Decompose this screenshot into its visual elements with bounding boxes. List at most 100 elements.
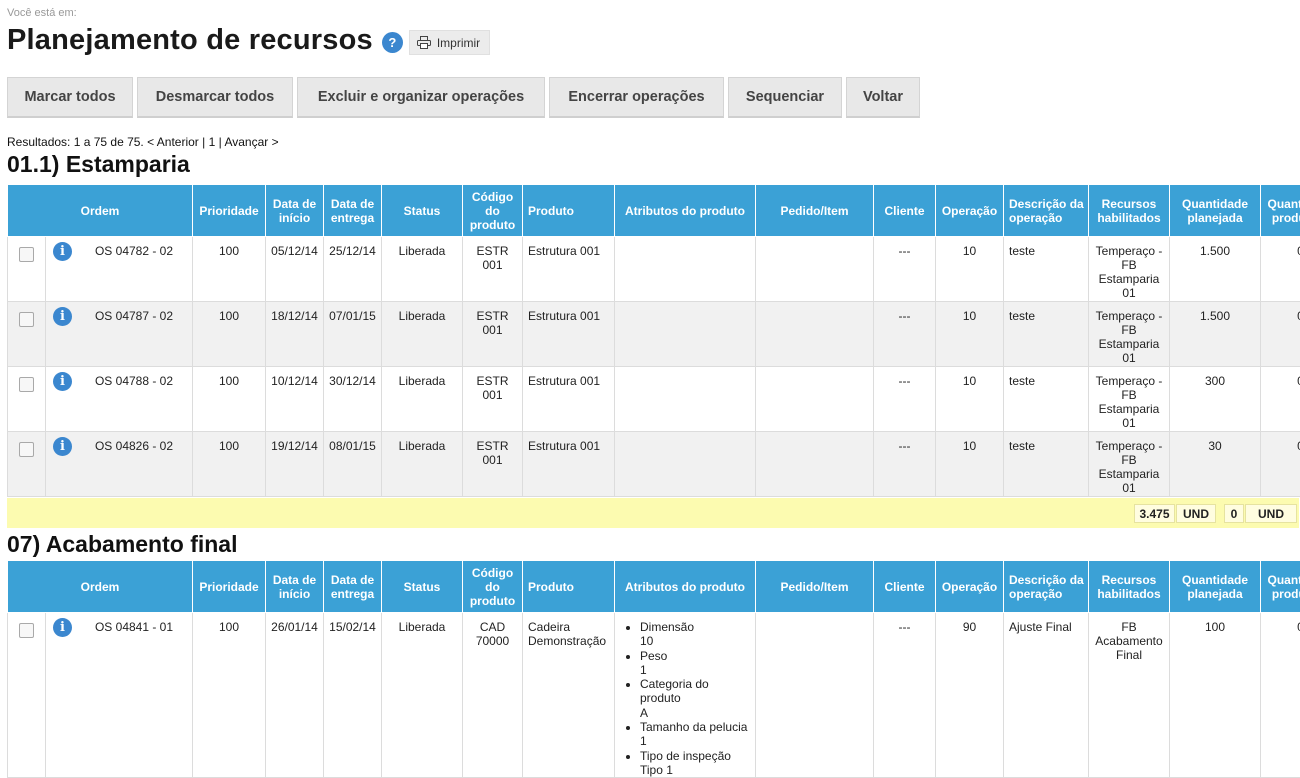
column-header[interactable]: Quantidade produzida xyxy=(1261,185,1300,237)
column-header[interactable]: Ordem xyxy=(8,561,193,613)
data-entrega-cell: 25/12/14 xyxy=(324,237,382,302)
ordem-number: OS 04826 - 02 xyxy=(79,439,189,453)
column-header[interactable]: Operação xyxy=(936,185,1004,237)
column-header[interactable]: Data de entrega xyxy=(324,185,382,237)
column-header[interactable]: Quantidade produzida xyxy=(1261,561,1300,613)
descricao-operacao-cell: teste xyxy=(1004,237,1089,302)
table-row[interactable]: iOS 04826 - 0210019/12/1408/01/15Liberad… xyxy=(8,432,1300,497)
column-header[interactable]: Status xyxy=(382,185,463,237)
previous-page-link[interactable]: < Anterior xyxy=(147,135,199,149)
data-entrega-cell: 07/01/15 xyxy=(324,302,382,367)
close-operations-button[interactable]: Encerrar operações xyxy=(549,77,724,118)
column-header[interactable]: Código do produto xyxy=(463,561,523,613)
ordem-cell: i OS 04826 - 02 xyxy=(46,432,193,497)
row-checkbox[interactable] xyxy=(19,623,34,638)
operacao-cell: 10 xyxy=(936,302,1004,367)
row-checkbox[interactable] xyxy=(19,247,34,262)
column-header[interactable]: Atributos do produto xyxy=(615,561,756,613)
next-page-link[interactable]: Avançar > xyxy=(224,135,278,149)
produto-cell: Estrutura 001 xyxy=(523,237,615,302)
table-row[interactable]: iOS 04787 - 0210018/12/1407/01/15Liberad… xyxy=(8,302,1300,367)
attribute-item: Categoria do produtoA xyxy=(640,677,752,720)
info-icon[interactable]: i xyxy=(53,618,72,637)
recursos-cell: Temperaço - FB Estamparia 01 xyxy=(1089,237,1170,302)
recursos-cell: Temperaço - FB Estamparia 01 xyxy=(1089,367,1170,432)
data-inicio-cell: 10/12/14 xyxy=(266,367,324,432)
row-checkbox[interactable] xyxy=(19,377,34,392)
codigo-produto-cell: ESTR 001 xyxy=(463,432,523,497)
attribute-value: 10 xyxy=(640,634,653,648)
column-header[interactable]: Código do produto xyxy=(463,185,523,237)
column-header[interactable]: Produto xyxy=(523,561,615,613)
delete-organize-operations-button[interactable]: Excluir e organizar operações xyxy=(297,77,545,118)
page-1-link[interactable]: 1 xyxy=(209,135,216,149)
print-label: Imprimir xyxy=(437,36,480,50)
sequence-button[interactable]: Sequenciar xyxy=(728,77,842,118)
operacao-cell: 10 xyxy=(936,432,1004,497)
column-header[interactable]: Cliente xyxy=(874,185,936,237)
cliente-cell: --- xyxy=(874,613,936,778)
quantidade-produzida-cell: 0 xyxy=(1261,432,1300,497)
descricao-operacao-cell: Ajuste Final xyxy=(1004,613,1089,778)
data-inicio-cell: 19/12/14 xyxy=(266,432,324,497)
attribute-name: Tipo de inspeção xyxy=(640,749,731,763)
column-header[interactable]: Produto xyxy=(523,185,615,237)
produto-cell: Estrutura 001 xyxy=(523,432,615,497)
column-header[interactable]: Data de início xyxy=(266,185,324,237)
print-button[interactable]: Imprimir xyxy=(409,30,490,55)
row-checkbox-cell xyxy=(8,367,46,432)
column-header[interactable]: Operação xyxy=(936,561,1004,613)
pedido-item-cell xyxy=(756,237,874,302)
column-header[interactable]: Data de entrega xyxy=(324,561,382,613)
ordem-cell: iOS 04841 - 01 xyxy=(46,613,193,778)
status-cell: Liberada xyxy=(382,432,463,497)
atributos-cell xyxy=(615,237,756,302)
column-header[interactable]: Ordem xyxy=(8,185,193,237)
column-header[interactable]: Descrição da operação xyxy=(1004,561,1089,613)
table-row[interactable]: iOS 04782 - 0210005/12/1425/12/14Liberad… xyxy=(8,237,1300,302)
column-header[interactable]: Atributos do produto xyxy=(615,185,756,237)
operacao-cell: 10 xyxy=(936,237,1004,302)
info-icon[interactable]: i xyxy=(53,307,72,326)
column-header[interactable]: Descrição da operação xyxy=(1004,185,1089,237)
info-icon[interactable]: i xyxy=(53,372,72,391)
page-title: Planejamento de recursos xyxy=(7,24,373,57)
unmark-all-button[interactable]: Desmarcar todos xyxy=(137,77,293,118)
column-header[interactable]: Pedido/Item xyxy=(756,185,874,237)
back-button[interactable]: Voltar xyxy=(846,77,920,118)
column-header[interactable]: Prioridade xyxy=(193,185,266,237)
recursos-cell: Temperaço - FB Estamparia 01 xyxy=(1089,302,1170,367)
attribute-value: 1 xyxy=(640,663,647,677)
status-cell: Liberada xyxy=(382,237,463,302)
column-header[interactable]: Quantidade planejada xyxy=(1170,185,1261,237)
quantidade-planejada-cell: 100 xyxy=(1170,613,1261,778)
prioridade-cell: 100 xyxy=(193,237,266,302)
column-header[interactable]: Cliente xyxy=(874,561,936,613)
row-checkbox[interactable] xyxy=(19,312,34,327)
operations-table: OrdemPrioridadeData de inícioData de ent… xyxy=(7,184,1300,497)
help-icon[interactable]: ? xyxy=(382,32,403,53)
descricao-operacao-cell: teste xyxy=(1004,302,1089,367)
breadcrumb: Você está em: xyxy=(7,7,77,19)
total-produced-value: 0 xyxy=(1224,504,1244,523)
ordem-cell: iOS 04782 - 02 xyxy=(46,237,193,302)
column-header[interactable]: Recursos habilitados xyxy=(1089,185,1170,237)
column-header[interactable]: Pedido/Item xyxy=(756,561,874,613)
mark-all-button[interactable]: Marcar todos xyxy=(7,77,133,118)
table-row[interactable]: iOS 04788 - 0210010/12/1430/12/14Liberad… xyxy=(8,367,1300,432)
ordem: i OS 04826 - 02 xyxy=(49,439,189,456)
total-planned-unit: UND xyxy=(1176,504,1216,523)
row-checkbox[interactable] xyxy=(19,442,34,457)
info-icon[interactable]: i xyxy=(53,437,72,456)
atributos-cell xyxy=(615,302,756,367)
info-icon[interactable]: i xyxy=(53,242,72,261)
column-header[interactable]: Data de início xyxy=(266,561,324,613)
attribute-item: Tamanho da pelucia1 xyxy=(640,720,752,749)
table-row[interactable]: iOS 04841 - 0110026/01/1415/02/14Liberad… xyxy=(8,613,1300,778)
column-header[interactable]: Prioridade xyxy=(193,561,266,613)
column-header[interactable]: Recursos habilitados xyxy=(1089,561,1170,613)
operacao-cell: 90 xyxy=(936,613,1004,778)
column-header[interactable]: Status xyxy=(382,561,463,613)
column-header[interactable]: Quantidade planejada xyxy=(1170,561,1261,613)
quantidade-planejada-cell: 1.500 xyxy=(1170,302,1261,367)
